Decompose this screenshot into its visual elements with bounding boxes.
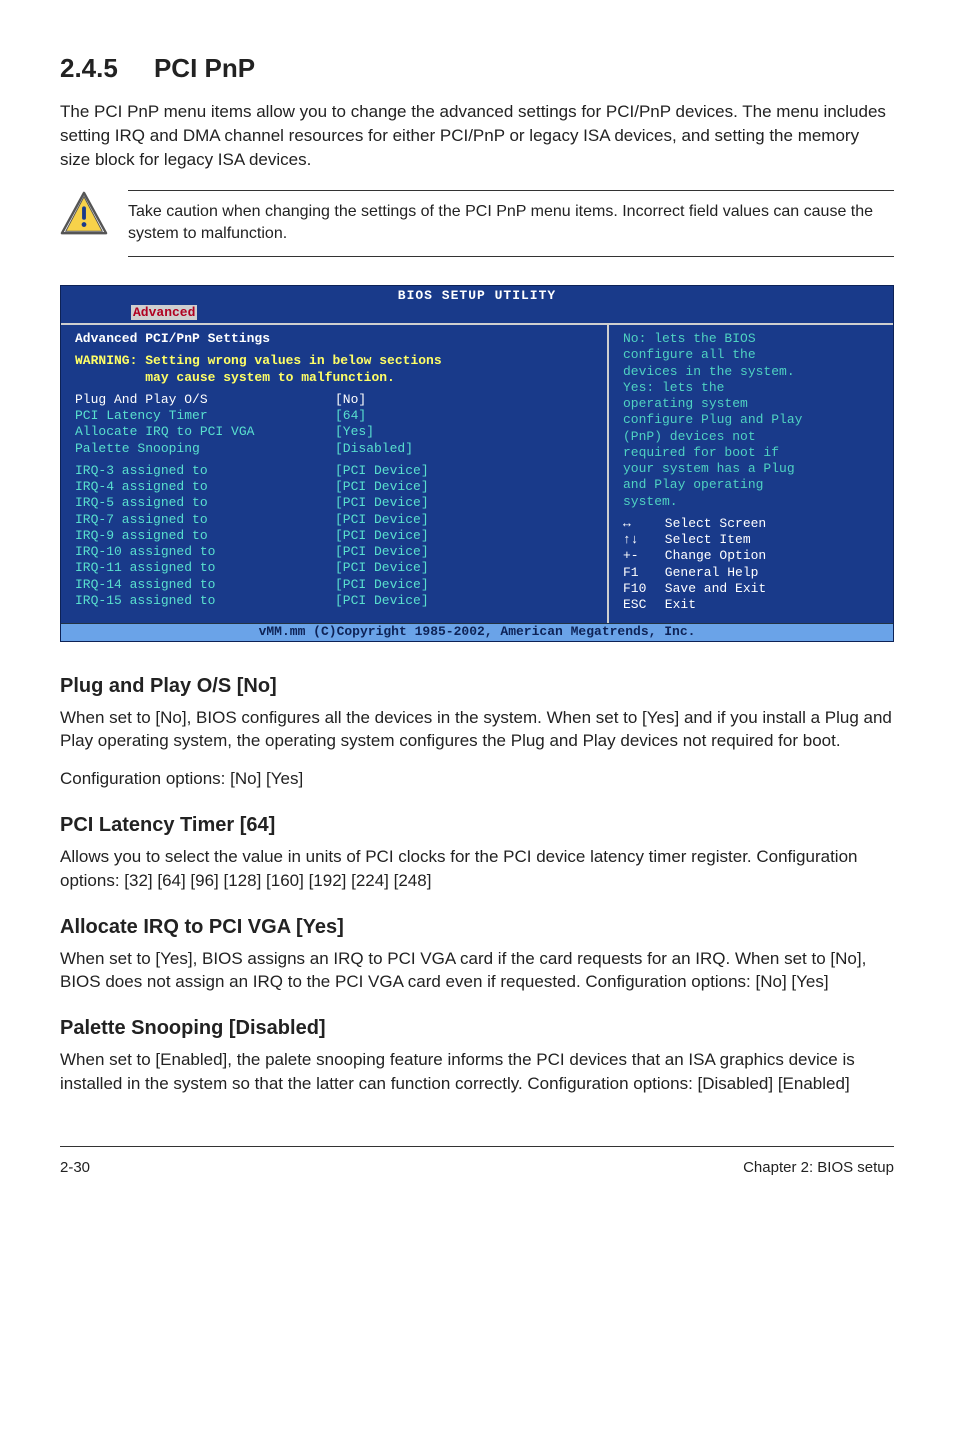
bios-help-key-desc: Change Option: [657, 548, 766, 563]
bios-setting-row[interactable]: PCI Latency Timer [64]: [75, 408, 597, 424]
subsection-heading: Allocate IRQ to PCI VGA [Yes]: [60, 913, 894, 941]
bios-irq-value: [PCI Device]: [335, 528, 597, 544]
bios-help-line: devices in the system.: [623, 364, 883, 380]
bios-help-key: +- Change Option: [623, 548, 883, 564]
bios-irq-row[interactable]: IRQ-15 assigned to[PCI Device]: [75, 593, 597, 609]
bios-irq-label: IRQ-5 assigned to: [75, 495, 335, 511]
bios-footer: vMM.mm (C)Copyright 1985-2002, American …: [61, 623, 893, 640]
bios-irq-value: [PCI Device]: [335, 495, 597, 511]
bios-help-key: ESC Exit: [623, 597, 883, 613]
bios-setting-value: [Disabled]: [335, 441, 597, 457]
bios-irq-row[interactable]: IRQ-5 assigned to[PCI Device]: [75, 495, 597, 511]
bios-help-line: configure all the: [623, 347, 883, 363]
bios-help-line: your system has a Plug: [623, 461, 883, 477]
subsection-config: Configuration options: [No] [Yes]: [60, 767, 894, 791]
bios-setting-label: Allocate IRQ to PCI VGA: [75, 424, 335, 440]
bios-help-line: No: lets the BIOS: [623, 331, 883, 347]
page-footer: 2-30 Chapter 2: BIOS setup: [60, 1146, 894, 1178]
bios-irq-value: [PCI Device]: [335, 577, 597, 593]
bios-setting-label: Plug And Play O/S: [75, 392, 335, 408]
subsection-body: When set to [Enabled], the palete snoopi…: [60, 1048, 894, 1096]
bios-left-panel: Advanced PCI/PnP Settings WARNING: Setti…: [61, 325, 609, 623]
bios-irq-value: [PCI Device]: [335, 512, 597, 528]
bios-panel-heading: Advanced PCI/PnP Settings: [75, 331, 597, 347]
page-number: 2-30: [60, 1157, 90, 1178]
bios-help-key-sym: +-: [623, 548, 657, 564]
caution-icon: [60, 190, 108, 238]
bios-help-panel: No: lets the BIOSconfigure all thedevice…: [609, 325, 893, 623]
subsection-body: Allows you to select the value in units …: [60, 845, 894, 893]
bios-help-line: configure Plug and Play: [623, 412, 883, 428]
bios-active-tab[interactable]: Advanced: [131, 305, 197, 320]
bios-help-line: system.: [623, 494, 883, 510]
bios-help-key: ↔ Select Screen: [623, 516, 883, 532]
caution-callout: Take caution when changing the settings …: [60, 190, 894, 257]
bios-irq-row[interactable]: IRQ-4 assigned to[PCI Device]: [75, 479, 597, 495]
bios-help-key-desc: Select Screen: [657, 516, 766, 531]
bios-setting-value: [Yes]: [335, 424, 597, 440]
subsection-heading: Plug and Play O/S [No]: [60, 672, 894, 700]
bios-help-line: and Play operating: [623, 477, 883, 493]
bios-help-key-sym: ESC: [623, 597, 657, 613]
bios-irq-label: IRQ-10 assigned to: [75, 544, 335, 560]
subsection-heading: Palette Snooping [Disabled]: [60, 1014, 894, 1042]
bios-warning-line1: WARNING: Setting wrong values in below s…: [75, 353, 597, 369]
section-title-text: PCI PnP: [154, 53, 255, 83]
subsection-heading: PCI Latency Timer [64]: [60, 811, 894, 839]
bios-irq-row[interactable]: IRQ-14 assigned to[PCI Device]: [75, 577, 597, 593]
bios-irq-label: IRQ-9 assigned to: [75, 528, 335, 544]
bios-irq-value: [PCI Device]: [335, 560, 597, 576]
bios-help-line: Yes: lets the: [623, 380, 883, 396]
bios-window: BIOS SETUP UTILITY Advanced Advanced PCI…: [60, 285, 894, 642]
intro-paragraph: The PCI PnP menu items allow you to chan…: [60, 100, 894, 171]
subsection-body: When set to [No], BIOS configures all th…: [60, 706, 894, 754]
bios-setting-value: [64]: [335, 408, 597, 424]
bios-help-key-desc: Exit: [657, 597, 696, 612]
section-number: 2.4.5: [60, 53, 118, 83]
bios-setting-value: [No]: [335, 392, 597, 408]
bios-help-key-sym: ↔: [623, 516, 657, 532]
bios-irq-row[interactable]: IRQ-9 assigned to[PCI Device]: [75, 528, 597, 544]
bios-title: BIOS SETUP UTILITY: [61, 286, 893, 305]
bios-help-key: F1 General Help: [623, 565, 883, 581]
bios-help-key-desc: General Help: [657, 565, 758, 580]
bios-irq-row[interactable]: IRQ-10 assigned to[PCI Device]: [75, 544, 597, 560]
bios-help-key-sym: F10: [623, 581, 657, 597]
bios-irq-row[interactable]: IRQ-7 assigned to[PCI Device]: [75, 512, 597, 528]
bios-help-key-sym: F1: [623, 565, 657, 581]
bios-tabbar: Advanced: [61, 305, 893, 323]
bios-setting-row[interactable]: Plug And Play O/S [No]: [75, 392, 597, 408]
bios-help-key-sym: ↑↓: [623, 532, 657, 548]
bios-irq-label: IRQ-4 assigned to: [75, 479, 335, 495]
bios-help-line: (PnP) devices not: [623, 429, 883, 445]
bios-irq-label: IRQ-15 assigned to: [75, 593, 335, 609]
bios-help-key: ↑↓ Select Item: [623, 532, 883, 548]
bios-irq-value: [PCI Device]: [335, 463, 597, 479]
bios-warning-line2: may cause system to malfunction.: [75, 370, 597, 386]
bios-irq-value: [PCI Device]: [335, 593, 597, 609]
bios-irq-row[interactable]: IRQ-3 assigned to[PCI Device]: [75, 463, 597, 479]
bios-setting-label: Palette Snooping: [75, 441, 335, 457]
subsection-body: When set to [Yes], BIOS assigns an IRQ t…: [60, 947, 894, 995]
bios-setting-label: PCI Latency Timer: [75, 408, 335, 424]
bios-help-key-desc: Save and Exit: [657, 581, 766, 596]
bios-help-line: operating system: [623, 396, 883, 412]
bios-setting-row[interactable]: Allocate IRQ to PCI VGA [Yes]: [75, 424, 597, 440]
bios-help-key-desc: Select Item: [657, 532, 751, 547]
caution-text: Take caution when changing the settings …: [128, 190, 894, 257]
bios-irq-value: [PCI Device]: [335, 544, 597, 560]
bios-irq-value: [PCI Device]: [335, 479, 597, 495]
section-heading: 2.4.5 PCI PnP: [60, 50, 894, 86]
chapter-label: Chapter 2: BIOS setup: [743, 1157, 894, 1178]
bios-irq-label: IRQ-11 assigned to: [75, 560, 335, 576]
bios-help-key: F10 Save and Exit: [623, 581, 883, 597]
bios-help-line: required for boot if: [623, 445, 883, 461]
bios-irq-label: IRQ-3 assigned to: [75, 463, 335, 479]
bios-setting-row[interactable]: Palette Snooping [Disabled]: [75, 441, 597, 457]
bios-irq-row[interactable]: IRQ-11 assigned to[PCI Device]: [75, 560, 597, 576]
bios-irq-label: IRQ-14 assigned to: [75, 577, 335, 593]
bios-irq-label: IRQ-7 assigned to: [75, 512, 335, 528]
